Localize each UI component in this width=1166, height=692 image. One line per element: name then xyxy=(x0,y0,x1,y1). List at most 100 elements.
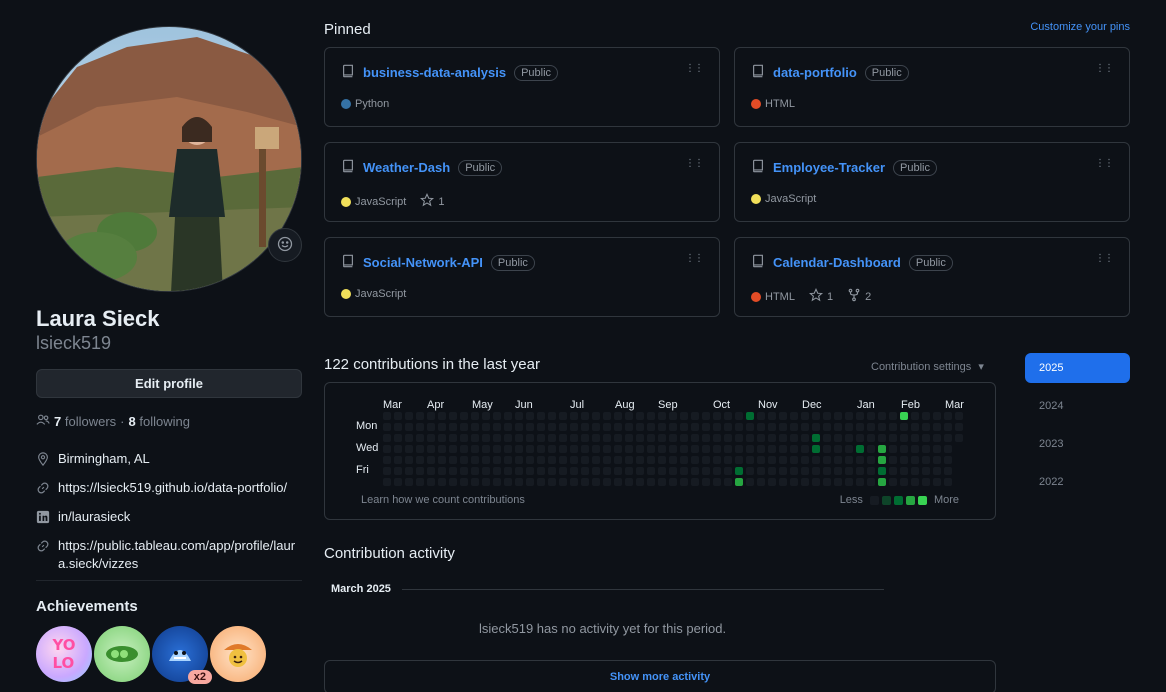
contribution-day-cell[interactable] xyxy=(856,467,864,475)
contribution-day-cell[interactable] xyxy=(900,478,908,486)
contribution-day-cell[interactable] xyxy=(735,478,743,486)
contribution-day-cell[interactable] xyxy=(735,434,743,442)
contribution-day-cell[interactable] xyxy=(427,456,435,464)
contribution-day-cell[interactable] xyxy=(592,478,600,486)
contribution-day-cell[interactable] xyxy=(449,456,457,464)
contribution-day-cell[interactable] xyxy=(625,412,633,420)
learn-contributions-link[interactable]: Learn how we count contributions xyxy=(361,494,525,506)
contribution-day-cell[interactable] xyxy=(680,467,688,475)
contribution-day-cell[interactable] xyxy=(537,434,545,442)
contribution-day-cell[interactable] xyxy=(702,412,710,420)
contribution-day-cell[interactable] xyxy=(647,445,655,453)
contribution-day-cell[interactable] xyxy=(548,412,556,420)
contribution-day-cell[interactable] xyxy=(867,423,875,431)
contribution-day-cell[interactable] xyxy=(614,467,622,475)
contribution-day-cell[interactable] xyxy=(856,445,864,453)
contribution-day-cell[interactable] xyxy=(449,423,457,431)
show-more-activity-button[interactable]: Show more activity xyxy=(324,660,996,692)
contribution-day-cell[interactable] xyxy=(812,456,820,464)
contribution-day-cell[interactable] xyxy=(614,445,622,453)
contribution-day-cell[interactable] xyxy=(702,467,710,475)
contribution-day-cell[interactable] xyxy=(460,456,468,464)
contribution-day-cell[interactable] xyxy=(922,456,930,464)
contribution-day-cell[interactable] xyxy=(548,423,556,431)
contribution-day-cell[interactable] xyxy=(471,412,479,420)
contribution-day-cell[interactable] xyxy=(493,445,501,453)
contribution-day-cell[interactable] xyxy=(405,445,413,453)
contribution-day-cell[interactable] xyxy=(559,467,567,475)
contribution-day-cell[interactable] xyxy=(515,434,523,442)
contribution-day-cell[interactable] xyxy=(581,456,589,464)
contribution-day-cell[interactable] xyxy=(779,423,787,431)
contribution-day-cell[interactable] xyxy=(647,423,655,431)
contribution-day-cell[interactable] xyxy=(581,445,589,453)
contribution-day-cell[interactable] xyxy=(812,434,820,442)
contribution-day-cell[interactable] xyxy=(647,456,655,464)
contribution-day-cell[interactable] xyxy=(460,478,468,486)
contribution-day-cell[interactable] xyxy=(900,423,908,431)
contribution-day-cell[interactable] xyxy=(438,434,446,442)
contribution-day-cell[interactable] xyxy=(526,423,534,431)
contribution-day-cell[interactable] xyxy=(504,467,512,475)
contribution-day-cell[interactable] xyxy=(790,412,798,420)
contribution-day-cell[interactable] xyxy=(856,456,864,464)
contribution-day-cell[interactable] xyxy=(746,456,754,464)
contribution-day-cell[interactable] xyxy=(680,423,688,431)
contribution-day-cell[interactable] xyxy=(636,412,644,420)
contribution-day-cell[interactable] xyxy=(504,478,512,486)
contribution-day-cell[interactable] xyxy=(383,423,391,431)
contribution-day-cell[interactable] xyxy=(383,412,391,420)
contribution-day-cell[interactable] xyxy=(691,434,699,442)
contribution-day-cell[interactable] xyxy=(504,412,512,420)
contribution-day-cell[interactable] xyxy=(889,412,897,420)
contribution-day-cell[interactable] xyxy=(680,456,688,464)
contribution-day-cell[interactable] xyxy=(823,456,831,464)
contribution-day-cell[interactable] xyxy=(383,478,391,486)
contribution-day-cell[interactable] xyxy=(955,412,963,420)
contribution-day-cell[interactable] xyxy=(416,445,424,453)
contribution-day-cell[interactable] xyxy=(493,434,501,442)
contribution-day-cell[interactable] xyxy=(911,445,919,453)
contribution-day-cell[interactable] xyxy=(658,412,666,420)
contribution-day-cell[interactable] xyxy=(768,412,776,420)
contribution-day-cell[interactable] xyxy=(515,456,523,464)
contribution-day-cell[interactable] xyxy=(559,412,567,420)
contribution-day-cell[interactable] xyxy=(680,478,688,486)
contribution-day-cell[interactable] xyxy=(823,423,831,431)
drag-handle-icon[interactable]: ⋮⋮ xyxy=(1095,159,1114,169)
contribution-day-cell[interactable] xyxy=(482,467,490,475)
contribution-day-cell[interactable] xyxy=(570,456,578,464)
contribution-day-cell[interactable] xyxy=(614,478,622,486)
contribution-day-cell[interactable] xyxy=(405,434,413,442)
contribution-day-cell[interactable] xyxy=(878,434,886,442)
contribution-day-cell[interactable] xyxy=(867,467,875,475)
contribution-day-cell[interactable] xyxy=(691,467,699,475)
contribution-day-cell[interactable] xyxy=(515,445,523,453)
contribution-day-cell[interactable] xyxy=(669,467,677,475)
contribution-day-cell[interactable] xyxy=(669,456,677,464)
repo-link[interactable]: data-portfolio xyxy=(773,65,857,80)
contribution-day-cell[interactable] xyxy=(592,423,600,431)
contribution-day-cell[interactable] xyxy=(526,456,534,464)
contribution-day-cell[interactable] xyxy=(625,467,633,475)
contribution-day-cell[interactable] xyxy=(911,412,919,420)
contribution-day-cell[interactable] xyxy=(746,467,754,475)
contribution-day-cell[interactable] xyxy=(526,445,534,453)
contribution-day-cell[interactable] xyxy=(625,456,633,464)
contribution-day-cell[interactable] xyxy=(801,423,809,431)
contribution-day-cell[interactable] xyxy=(482,456,490,464)
contribution-day-cell[interactable] xyxy=(823,478,831,486)
contribution-day-cell[interactable] xyxy=(504,423,512,431)
contribution-day-cell[interactable] xyxy=(383,456,391,464)
contribution-day-cell[interactable] xyxy=(823,434,831,442)
contribution-day-cell[interactable] xyxy=(405,478,413,486)
contribution-day-cell[interactable] xyxy=(658,434,666,442)
contribution-day-cell[interactable] xyxy=(801,445,809,453)
contribution-day-cell[interactable] xyxy=(812,423,820,431)
contribution-day-cell[interactable] xyxy=(438,445,446,453)
contribution-day-cell[interactable] xyxy=(636,478,644,486)
contribution-day-cell[interactable] xyxy=(482,434,490,442)
contribution-day-cell[interactable] xyxy=(471,434,479,442)
contribution-day-cell[interactable] xyxy=(515,467,523,475)
contribution-day-cell[interactable] xyxy=(482,412,490,420)
